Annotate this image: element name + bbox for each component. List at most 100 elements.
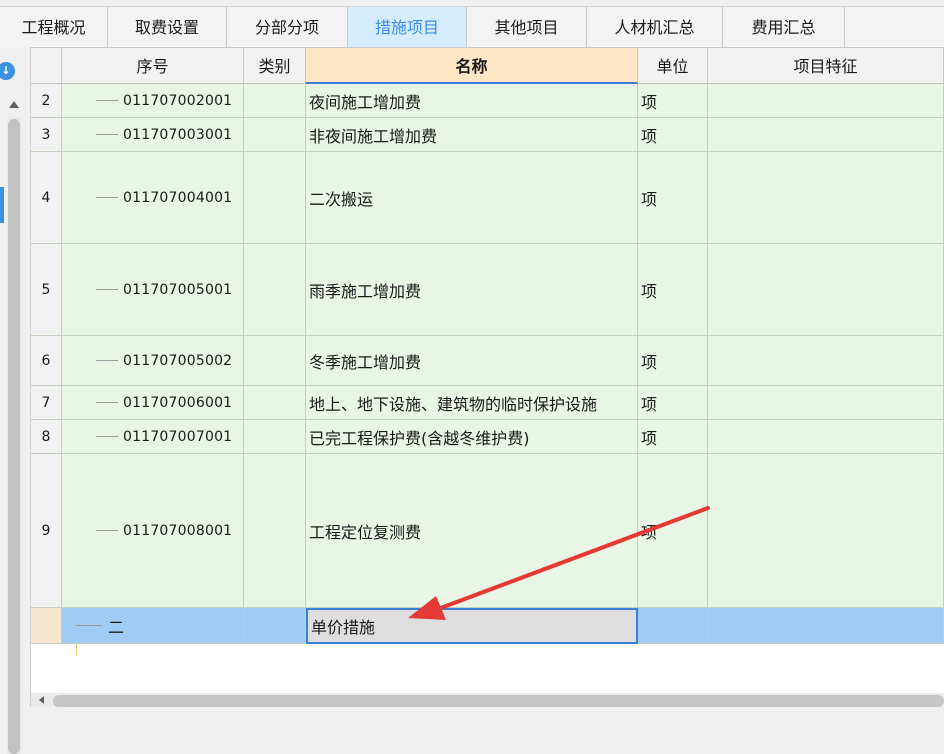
tab-fee-settings[interactable]: 取费设置 bbox=[108, 7, 227, 47]
header-type[interactable]: 类别 bbox=[244, 48, 306, 84]
feature-cell[interactable] bbox=[708, 608, 944, 644]
tab-measures[interactable]: 措施项目 bbox=[348, 7, 467, 47]
type-cell[interactable] bbox=[244, 244, 306, 336]
tree-branch bbox=[96, 100, 118, 101]
name-cell[interactable]: 地上、地下设施、建筑物的临时保护设施 bbox=[306, 386, 638, 420]
feature-cell[interactable] bbox=[708, 84, 944, 118]
header-unit[interactable]: 单位 bbox=[638, 48, 708, 84]
row-index: 3 bbox=[31, 118, 62, 152]
code-cell[interactable]: 二 bbox=[62, 608, 244, 644]
code-cell[interactable]: 011707004001 bbox=[62, 152, 244, 244]
unit-cell[interactable]: 项 bbox=[638, 118, 708, 152]
code-cell[interactable]: 011707008001 bbox=[62, 454, 244, 608]
name-cell[interactable]: 已完工程保护费(含越冬维护费) bbox=[306, 420, 638, 454]
item-code: 011707005002 bbox=[123, 352, 233, 369]
type-cell[interactable] bbox=[244, 152, 306, 244]
tab-other-items[interactable]: 其他项目 bbox=[467, 7, 587, 47]
row-index: 8 bbox=[31, 420, 62, 454]
header-seq[interactable]: 序号 bbox=[62, 48, 244, 84]
table-row[interactable]: 7 011707006001 地上、地下设施、建筑物的临时保护设施 项 bbox=[31, 386, 944, 420]
row-index: 6 bbox=[31, 336, 62, 386]
code-cell[interactable]: 011707005002 bbox=[62, 336, 244, 386]
table-row[interactable]: 5 011707005001 雨季施工增加费 项 bbox=[31, 244, 944, 336]
tab-cost-summary[interactable]: 费用汇总 bbox=[723, 7, 845, 47]
type-cell[interactable] bbox=[244, 118, 306, 152]
name-cell-editing[interactable]: 单价措施 bbox=[306, 608, 638, 644]
header-feature[interactable]: 项目特征 bbox=[708, 48, 944, 84]
row-index: 7 bbox=[31, 386, 62, 420]
unit-cell[interactable]: 项 bbox=[638, 84, 708, 118]
table-row[interactable]: 4 011707004001 二次搬运 项 bbox=[31, 152, 944, 244]
code-cell[interactable]: 011707006001 bbox=[62, 386, 244, 420]
unit-cell[interactable] bbox=[638, 608, 708, 644]
item-code: 011707005001 bbox=[123, 281, 233, 298]
unit-cell[interactable]: 项 bbox=[638, 420, 708, 454]
feature-cell[interactable] bbox=[708, 152, 944, 244]
unit-cell[interactable]: 项 bbox=[638, 152, 708, 244]
code-cell[interactable]: 011707003001 bbox=[62, 118, 244, 152]
table-row[interactable]: 2 011707002001 夜间施工增加费 项 bbox=[31, 84, 944, 118]
code-cell[interactable]: 011707007001 bbox=[62, 420, 244, 454]
name-cell[interactable]: 二次搬运 bbox=[306, 152, 638, 244]
measures-grid: 序号 类别 名称 单位 项目特征 2 011707002001 夜间施工增加费 … bbox=[31, 48, 944, 693]
side-panel-marker bbox=[0, 187, 4, 223]
type-cell[interactable] bbox=[244, 420, 306, 454]
header-corner bbox=[31, 48, 62, 84]
item-code: 二 bbox=[108, 617, 125, 637]
tree-branch bbox=[96, 197, 118, 198]
header-name[interactable]: 名称 bbox=[306, 48, 638, 84]
table-row[interactable]: 9 011707008001 工程定位复测费 项 bbox=[31, 454, 944, 608]
unit-cell[interactable]: 项 bbox=[638, 244, 708, 336]
name-cell[interactable]: 工程定位复测费 bbox=[306, 454, 638, 608]
row-index: 4 bbox=[31, 152, 62, 244]
tree-branch bbox=[96, 360, 118, 361]
item-code: 011707003001 bbox=[123, 126, 233, 143]
feature-cell[interactable] bbox=[708, 454, 944, 608]
feature-cell[interactable] bbox=[708, 336, 944, 386]
feature-cell[interactable] bbox=[708, 420, 944, 454]
tree-branch bbox=[96, 402, 118, 403]
row-index: 9 bbox=[31, 454, 62, 608]
tree-branch bbox=[96, 530, 118, 531]
type-cell[interactable] bbox=[244, 84, 306, 118]
tab-labor-material-summary[interactable]: 人材机汇总 bbox=[587, 7, 723, 47]
tree-branch bbox=[96, 134, 118, 135]
row-index: 5 bbox=[31, 244, 62, 336]
name-cell[interactable]: 冬季施工增加费 bbox=[306, 336, 638, 386]
name-cell[interactable]: 雨季施工增加费 bbox=[306, 244, 638, 336]
download-icon[interactable]: ↓ bbox=[0, 62, 15, 80]
table-row[interactable]: 3 011707003001 非夜间施工增加费 项 bbox=[31, 118, 944, 152]
type-cell[interactable] bbox=[244, 336, 306, 386]
row-index: 2 bbox=[31, 84, 62, 118]
row-index bbox=[31, 608, 62, 644]
item-code: 011707008001 bbox=[123, 522, 233, 539]
feature-cell[interactable] bbox=[708, 244, 944, 336]
unit-cell[interactable]: 项 bbox=[638, 336, 708, 386]
tab-sub-items[interactable]: 分部分项 bbox=[227, 7, 348, 47]
table-row[interactable]: 6 011707005002 冬季施工增加费 项 bbox=[31, 336, 944, 386]
type-cell[interactable] bbox=[244, 454, 306, 608]
item-code: 011707004001 bbox=[123, 189, 233, 206]
item-code: 011707002001 bbox=[123, 92, 233, 109]
type-cell[interactable] bbox=[244, 608, 306, 644]
code-cell[interactable]: 011707005001 bbox=[62, 244, 244, 336]
triangle-left-icon[interactable] bbox=[39, 696, 44, 704]
feature-cell[interactable] bbox=[708, 118, 944, 152]
item-code: 011707006001 bbox=[123, 394, 233, 411]
left-toolbar: ↓ bbox=[0, 47, 31, 754]
type-cell[interactable] bbox=[244, 386, 306, 420]
triangle-up-icon[interactable] bbox=[9, 101, 19, 108]
table-row[interactable]: 8 011707007001 已完工程保护费(含越冬维护费) 项 bbox=[31, 420, 944, 454]
feature-cell[interactable] bbox=[708, 386, 944, 420]
tree-branch bbox=[76, 625, 102, 626]
name-cell[interactable]: 夜间施工增加费 bbox=[306, 84, 638, 118]
tab-project-overview[interactable]: 工程概况 bbox=[0, 7, 108, 47]
vertical-scrollbar-thumb[interactable] bbox=[8, 119, 20, 754]
unit-cell[interactable]: 项 bbox=[638, 386, 708, 420]
horizontal-scrollbar-thumb[interactable] bbox=[53, 695, 944, 707]
horizontal-scrollbar[interactable] bbox=[31, 693, 944, 707]
table-row-selected[interactable]: 二 单价措施 bbox=[31, 608, 944, 644]
unit-cell[interactable]: 项 bbox=[638, 454, 708, 608]
code-cell[interactable]: 011707002001 bbox=[62, 84, 244, 118]
name-cell[interactable]: 非夜间施工增加费 bbox=[306, 118, 638, 152]
